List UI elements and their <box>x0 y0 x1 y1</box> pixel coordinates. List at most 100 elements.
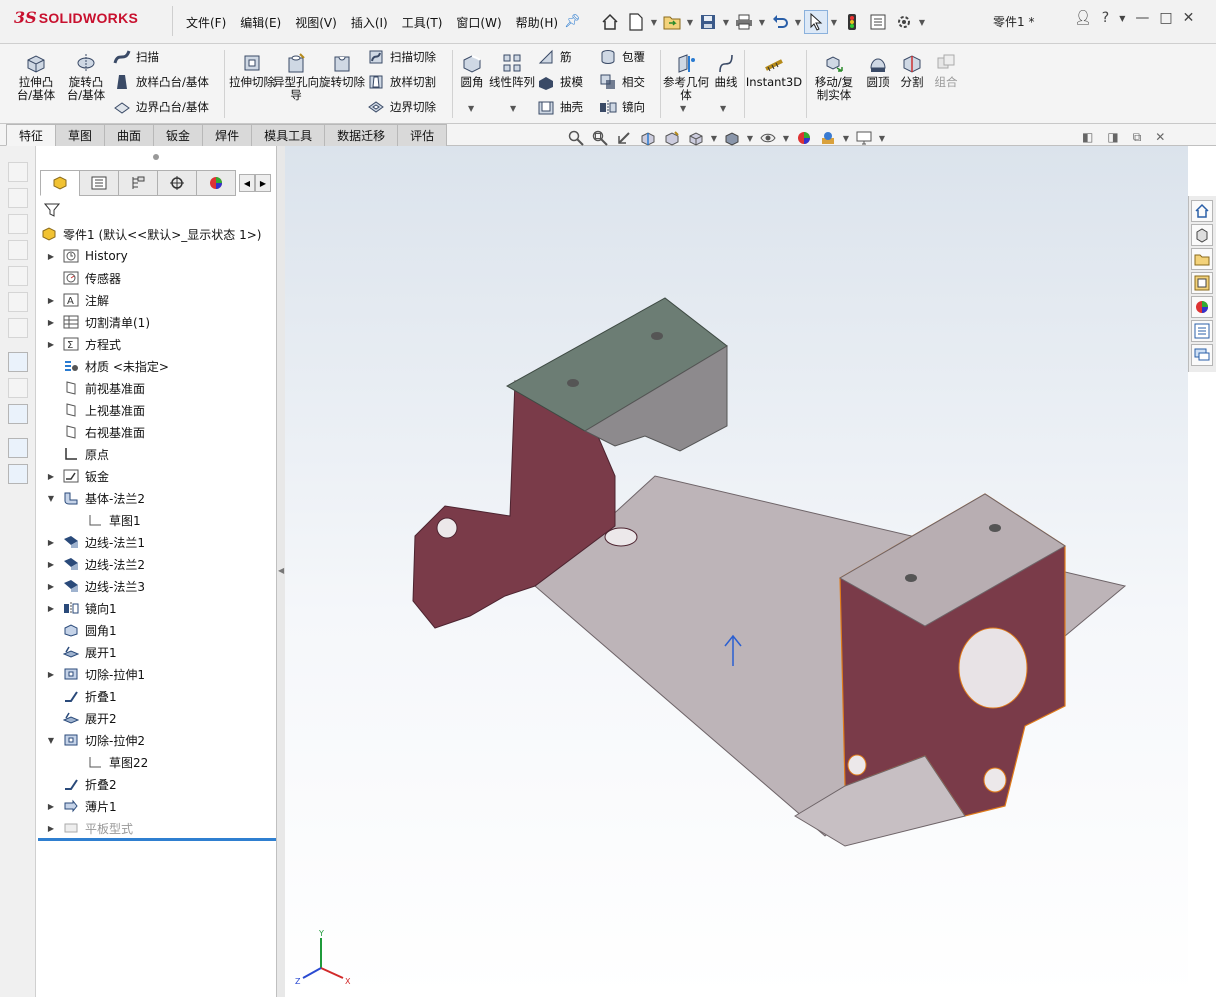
chevron-down-icon[interactable]: ▼ <box>878 128 886 148</box>
zoom-to-fit-icon[interactable] <box>566 128 586 148</box>
rebuild-traffic-light-icon[interactable] <box>840 10 864 34</box>
toolbar-icon[interactable] <box>8 162 28 182</box>
tree-item-annotations[interactable]: ▶ A 注解 <box>48 290 109 310</box>
menu-view[interactable]: 视图(V) <box>295 14 337 31</box>
tree-item-front-plane[interactable]: 前视基准面 <box>62 378 145 398</box>
panel-splitter[interactable]: ◀ <box>277 146 285 997</box>
paste-icon[interactable] <box>8 464 28 484</box>
viewport-tile-icon[interactable]: ⧉ <box>1133 130 1142 145</box>
intersect-button[interactable]: 相交 <box>598 71 645 93</box>
tree-item-base-flange[interactable]: ▼ 基体-法兰2 <box>48 488 145 508</box>
tree-item-material[interactable]: 材质 <未指定> <box>62 356 169 376</box>
file-properties-icon[interactable] <box>866 10 890 34</box>
property-manager-tab-icon[interactable] <box>79 170 119 196</box>
tab-evaluate[interactable]: 评估 <box>397 124 448 146</box>
tab-weldments[interactable]: 焊件 <box>202 124 253 146</box>
tree-item-edge-flange3[interactable]: ▶ 边线-法兰3 <box>48 576 145 596</box>
rib-button[interactable]: 筋 <box>536 46 572 68</box>
chevron-down-icon[interactable]: ▼ <box>830 10 838 34</box>
tree-item-flat-pattern[interactable]: ▶ 平板型式 <box>48 818 133 838</box>
viewport-close-icon[interactable]: ✕ <box>1155 130 1165 145</box>
extrude-cut-button[interactable]: 拉伸切除 <box>228 50 276 89</box>
boundary-boss-button[interactable]: 边界凸台/基体 <box>112 96 209 118</box>
tree-item-right-plane[interactable]: 右视基准面 <box>62 422 145 442</box>
chevron-down-icon[interactable]: ▼ <box>758 10 766 34</box>
dynamic-annotation-view-icon[interactable] <box>662 128 682 148</box>
draft-button[interactable]: 拔模 <box>536 71 583 93</box>
toolbar-icon[interactable] <box>8 318 28 338</box>
part-model[interactable] <box>285 146 1188 997</box>
new-document-icon[interactable] <box>624 10 648 34</box>
close-icon[interactable]: ✕ <box>1183 10 1195 26</box>
previous-view-icon[interactable] <box>614 128 634 148</box>
chevron-down-icon[interactable]: ▼ <box>1119 14 1125 23</box>
chevron-down-icon[interactable]: ▼ <box>650 10 658 34</box>
tab-surfaces[interactable]: 曲面 <box>104 124 155 146</box>
user-icon[interactable]: 👤︎ <box>1074 10 1092 26</box>
forum-icon[interactable] <box>1191 344 1213 366</box>
tree-item-sketch1[interactable]: 草图1 <box>86 510 141 530</box>
display-style-icon[interactable] <box>722 128 742 148</box>
options-gear-icon[interactable] <box>892 10 916 34</box>
tree-item-unfold2[interactable]: 展开2 <box>62 708 117 728</box>
pin-icon[interactable]: 📌︎ <box>564 14 581 29</box>
help-icon[interactable]: ? <box>1102 10 1109 26</box>
apply-scene-icon[interactable] <box>818 128 838 148</box>
appearances-scenes-icon[interactable] <box>1191 296 1213 318</box>
chevron-down-icon[interactable]: ▼ <box>722 10 730 34</box>
chevron-down-icon[interactable]: ▼ <box>842 128 850 148</box>
mirror-button[interactable]: 镜向 <box>598 96 645 118</box>
minimize-icon[interactable]: — <box>1135 10 1149 26</box>
tab-data-migration[interactable]: 数据迁移 <box>324 124 399 146</box>
open-folder-icon[interactable] <box>660 10 684 34</box>
menu-tools[interactable]: 工具(T) <box>402 14 443 31</box>
tree-item-mirror1[interactable]: ▶ 镜向1 <box>48 598 117 618</box>
chevron-down-icon[interactable]: ▼ <box>720 104 726 113</box>
tab-sheet-metal[interactable]: 钣金 <box>153 124 204 146</box>
tree-item-origin[interactable]: 原点 <box>62 444 109 464</box>
toolbar-icon[interactable] <box>8 292 28 312</box>
save-icon[interactable] <box>696 10 720 34</box>
linear-pattern-button[interactable]: 线性阵列 <box>488 50 536 89</box>
smart-dimension-icon[interactable] <box>8 352 28 372</box>
combine-button[interactable]: 组合 <box>922 50 970 89</box>
instant3d-button[interactable]: Instant3D <box>746 50 802 89</box>
menu-help[interactable]: 帮助(H) <box>516 14 558 31</box>
tree-item-fillet1[interactable]: 圆角1 <box>62 620 117 640</box>
chevron-down-icon[interactable]: ▼ <box>686 10 694 34</box>
menu-window[interactable]: 窗口(W) <box>456 14 501 31</box>
chevron-down-icon[interactable]: ▼ <box>510 104 516 113</box>
panel-grip[interactable] <box>153 154 159 160</box>
tree-item-unfold1[interactable]: 展开1 <box>62 642 117 662</box>
toolbar-icon[interactable] <box>8 240 28 260</box>
tree-item-equations[interactable]: ▶ Σ 方程式 <box>48 334 121 354</box>
chevron-down-icon[interactable]: ▼ <box>918 10 926 34</box>
viewport-restore-right-icon[interactable]: ◨ <box>1107 130 1118 145</box>
select-pointer-icon[interactable] <box>804 10 828 34</box>
tree-item-edge-flange2[interactable]: ▶ 边线-法兰2 <box>48 554 145 574</box>
solidworks-resources-home-icon[interactable] <box>1191 200 1213 222</box>
tree-item-history[interactable]: ▶ History <box>48 246 128 266</box>
tree-item-top-plane[interactable]: 上视基准面 <box>62 400 145 420</box>
revolve-boss-button[interactable]: 旋转凸台/基体 <box>62 50 110 102</box>
dimxpert-tab-icon[interactable] <box>157 170 197 196</box>
splitter-grip-icon[interactable]: ◀ <box>278 566 284 575</box>
print-icon[interactable] <box>732 10 756 34</box>
sweep-button[interactable]: 扫描 <box>112 46 159 68</box>
display-pane-icon[interactable] <box>8 404 28 424</box>
move-copy-body-button[interactable]: 移动/复制实体 <box>810 50 858 102</box>
tab-mold-tools[interactable]: 模具工具 <box>251 124 326 146</box>
tree-item-fold1[interactable]: 折叠1 <box>62 686 117 706</box>
extrude-boss-button[interactable]: 拉伸凸台/基体 <box>12 50 60 102</box>
tree-item-cut-extrude1[interactable]: ▶ 切除-拉伸1 <box>48 664 145 684</box>
chevron-down-icon[interactable]: ▼ <box>680 104 686 113</box>
copy-icon[interactable] <box>8 438 28 458</box>
wrap-button[interactable]: 包覆 <box>598 46 645 68</box>
tree-item-sensors[interactable]: 传感器 <box>62 268 121 288</box>
scroll-left-icon[interactable]: ◀ <box>239 174 255 192</box>
configuration-manager-tab-icon[interactable] <box>118 170 158 196</box>
tree-item-sheet-metal[interactable]: ▶ 钣金 <box>48 466 109 486</box>
tree-item-tab1[interactable]: ▶ 薄片1 <box>48 796 117 816</box>
undo-icon[interactable] <box>768 10 792 34</box>
toolbar-icon[interactable] <box>8 378 28 398</box>
